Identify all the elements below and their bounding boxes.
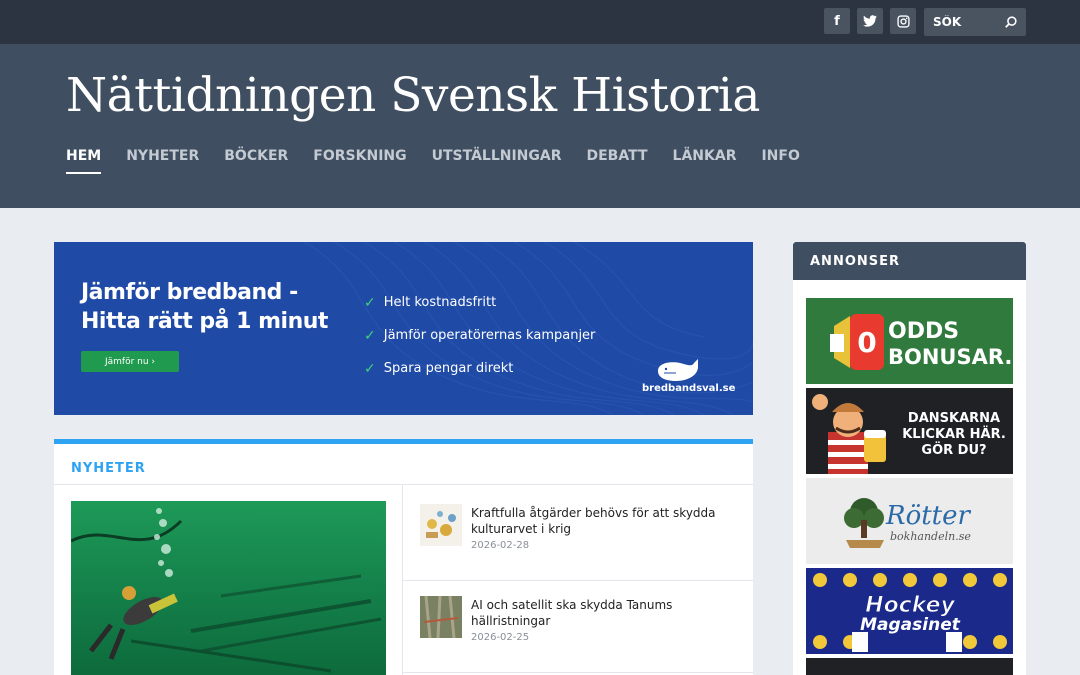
news-panel: NYHETER Kraftfulla åtgärder behövs för a…	[54, 439, 753, 675]
banner-feature: ✓ Jämför operatörernas kampanjer	[364, 319, 595, 352]
whale-logo-icon	[658, 359, 698, 381]
news-item-title[interactable]: AI och satellit ska skydda Tanums hällri…	[471, 597, 741, 629]
banner-cta-button[interactable]: Jämför nu ›	[81, 351, 179, 372]
news-list-item[interactable]: AI och satellit ska skydda Tanums hällri…	[403, 577, 753, 669]
ads-sidebar: ANNONSER 0 ODDS BONUSAR.SE DANSKARNA KLI…	[793, 242, 1026, 675]
check-icon: ✓	[364, 327, 376, 344]
site-header: Nättidningen Svensk Historia HEM NYHETER…	[0, 44, 1080, 208]
banner-headline-line2: Hitta rätt på 1 minut	[81, 309, 328, 334]
ad-danskarna[interactable]: DANSKARNA KLICKAR HÄR. GÖR DU?	[806, 388, 1013, 474]
main-nav: HEM NYHETER BÖCKER FORSKNING UTSTÄLLNING…	[66, 148, 825, 174]
nav-item-hem[interactable]: HEM	[66, 148, 102, 174]
instagram-icon[interactable]	[890, 8, 916, 34]
twitter-icon[interactable]	[857, 8, 883, 34]
ad-oddsbonusar[interactable]: 0 ODDS BONUSAR.SE	[806, 298, 1013, 384]
banner-feature-text: Jämför operatörernas kampanjer	[383, 328, 596, 343]
top-bar: f	[0, 0, 1080, 44]
news-item-date: 2026-02-28	[471, 540, 530, 551]
sidebar-heading: ANNONSER	[793, 242, 1026, 280]
featured-diver-image[interactable]	[71, 501, 386, 675]
svg-text:0: 0	[857, 326, 876, 359]
news-thumbnail[interactable]	[420, 596, 462, 638]
news-list-item[interactable]: Kraftfulla åtgärder behövs för att skydd…	[403, 485, 753, 577]
check-icon: ✓	[364, 294, 376, 311]
banner-feature-list: ✓ Helt kostnadsfritt ✓ Jämför operatörerna…	[364, 286, 595, 385]
ad-text: bokhandeln.se	[890, 530, 971, 543]
nav-item-nyheter[interactable]: NYHETER	[126, 148, 199, 174]
bredband-banner-ad[interactable]: Jämför bredband - Hitta rätt på 1 minut …	[54, 242, 753, 415]
check-icon: ✓	[364, 360, 376, 377]
nav-item-utstallningar[interactable]: UTSTÄLLNINGAR	[432, 148, 562, 174]
search-input[interactable]	[924, 8, 1004, 36]
ad-text: GÖR DU?	[921, 442, 986, 458]
banner-brand: bredbandsval.se	[642, 383, 736, 394]
search-icon[interactable]	[1004, 15, 1018, 29]
news-item-date: 2026-02-25	[471, 632, 530, 643]
news-heading[interactable]: NYHETER	[71, 461, 146, 476]
ad-text: ODDS	[888, 319, 959, 344]
banner-feature: ✓ Helt kostnadsfritt	[364, 286, 595, 319]
nav-item-info[interactable]: INFO	[761, 148, 799, 174]
ad-rotter[interactable]: Rötter bokhandeln.se	[806, 478, 1013, 564]
banner-feature-text: Helt kostnadsfritt	[383, 295, 497, 310]
ad-next[interactable]	[806, 658, 1013, 675]
nav-item-bocker[interactable]: BÖCKER	[224, 148, 288, 174]
ad-hockey[interactable]: Hockey Magasinet	[806, 568, 1013, 654]
ad-text: Magasinet	[860, 615, 961, 635]
divider	[403, 672, 753, 673]
nav-item-forskning[interactable]: FORSKNING	[313, 148, 406, 174]
ad-text: KLICKAR HÄR.	[902, 426, 1006, 442]
search-box	[924, 8, 1026, 36]
banner-feature: ✓ Spara pengar direkt	[364, 352, 595, 385]
news-thumbnail[interactable]	[420, 504, 462, 546]
facebook-icon[interactable]: f	[824, 8, 850, 34]
banner-headline: Jämför bredband - Hitta rätt på 1 minut	[81, 278, 361, 336]
ad-text: BONUSAR.SE	[888, 345, 1013, 369]
nav-item-lankar[interactable]: LÄNKAR	[673, 148, 737, 174]
ad-text: Rötter	[885, 501, 972, 531]
nav-item-debatt[interactable]: DEBATT	[587, 148, 648, 174]
news-item-title[interactable]: Kraftfulla åtgärder behövs för att skydd…	[471, 505, 741, 537]
ad-text: DANSKARNA	[908, 411, 1000, 426]
site-title[interactable]: Nättidningen Svensk Historia	[66, 68, 760, 123]
banner-headline-line1: Jämför bredband -	[81, 280, 298, 305]
banner-feature-text: Spara pengar direkt	[383, 361, 514, 376]
